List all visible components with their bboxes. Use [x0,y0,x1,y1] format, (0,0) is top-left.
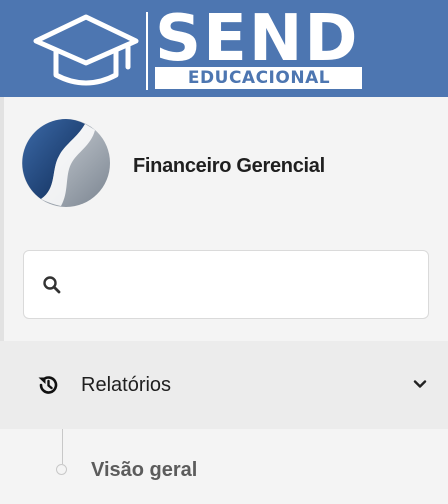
logo-divider [146,12,148,90]
sidebar-panel: SEND EDUCACIONAL Financeiro Gerencial Re… [0,0,448,504]
search-box[interactable] [23,250,429,319]
tree-node-dot [56,464,67,475]
history-icon [38,376,58,394]
search-input[interactable] [76,265,410,307]
submenu-relatorios: Visão geral [0,429,448,504]
company-logo-icon[interactable] [21,118,111,208]
menu-item-label: Relatórios [81,374,172,396]
chevron-down-icon[interactable] [413,377,427,391]
sidebar-edge [0,97,4,342]
header-bar: SEND EDUCACIONAL [0,0,448,97]
logo-wordmark: SEND [155,2,360,76]
tree-connector-line [62,429,63,464]
search-icon [43,276,61,294]
submenu-item-visao-geral[interactable]: Visão geral [91,458,197,482]
logo-subword: EDUCACIONAL [187,68,331,88]
graduation-cap-icon [33,14,139,86]
profile-name: Financeiro Gerencial [133,155,325,177]
menu-item-relatorios[interactable]: Relatórios [0,341,448,429]
